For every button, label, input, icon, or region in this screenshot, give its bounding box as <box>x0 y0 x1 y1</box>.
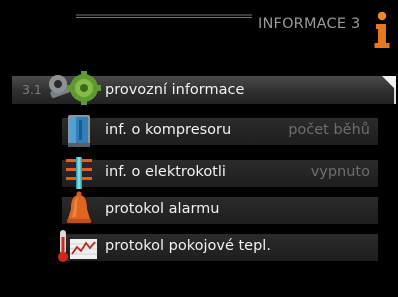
menu-item-index: 3.1 <box>22 82 42 97</box>
menu-item-label: inf. o kompresoru <box>105 122 232 138</box>
alarm-bell-icon <box>67 191 91 223</box>
menu-item-value: vypnuto <box>310 164 370 180</box>
menu-item-value: počet běhů <box>288 122 370 138</box>
menu-item-provozni-informace[interactable]: 3.1 provozní informace <box>12 71 396 105</box>
menu-item-label: protokol alarmu <box>105 201 220 217</box>
compressor-icon <box>68 115 90 147</box>
heater-icon <box>66 157 92 189</box>
header-line-highlight <box>76 17 252 18</box>
menu-item-label: inf. o elektrokotli <box>105 164 226 180</box>
gear-wrench-icon <box>49 71 101 105</box>
menu-item-label: protokol pokojové tepl. <box>105 238 271 254</box>
menu-item-label: provozní informace <box>105 82 245 98</box>
info-icon <box>374 11 390 48</box>
page-title: INFORMACE 3 <box>258 16 361 32</box>
menu-item-inf-o-elektrokotli[interactable]: inf. o elektrokotli vypnuto <box>62 157 378 189</box>
menu-item-protokol-pokojove-tepl[interactable]: protokol pokojové tepl. <box>58 230 378 262</box>
menu-item-inf-o-kompresoru[interactable]: inf. o kompresoru počet běhů <box>62 115 378 147</box>
menu-item-protokol-alarmu[interactable]: protokol alarmu <box>62 191 378 224</box>
display-screen: INFORMACE 3 3.1 provozní informace inf. … <box>0 0 398 297</box>
thermometer-chart-icon <box>58 230 97 262</box>
header-line <box>76 14 252 16</box>
